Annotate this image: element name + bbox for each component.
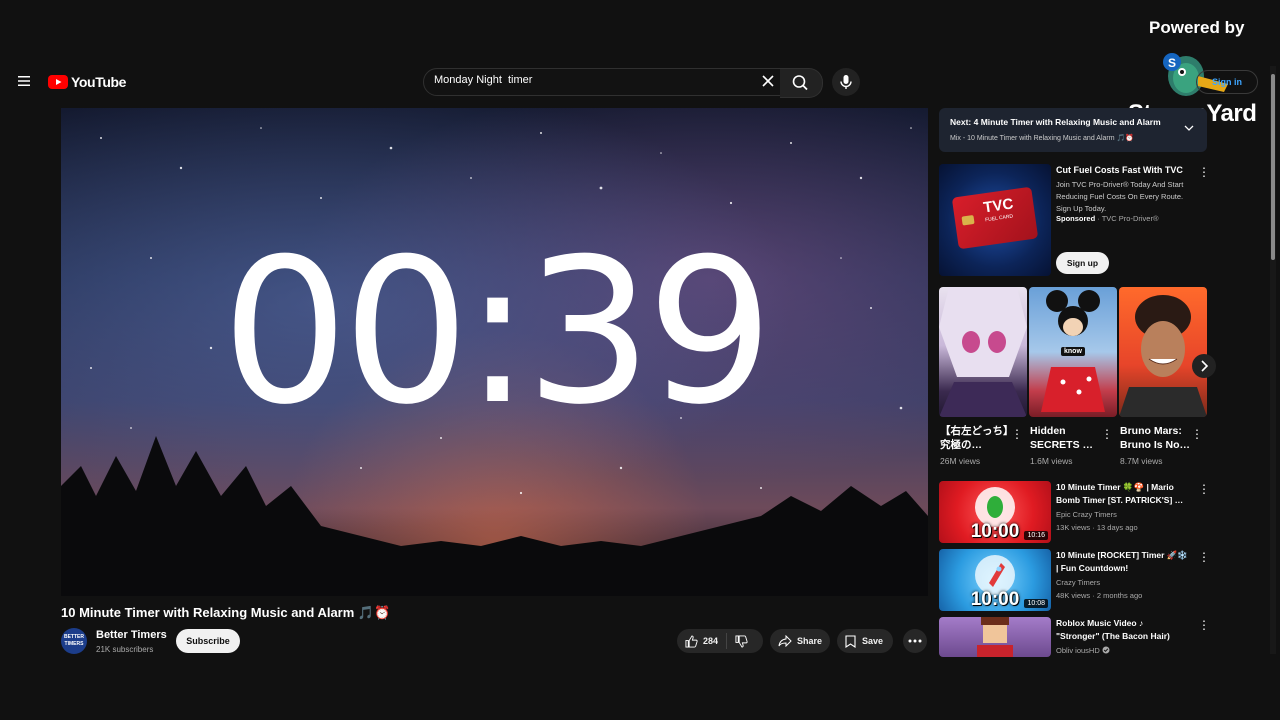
share-arrow-icon <box>778 635 792 647</box>
short-thumbnail[interactable] <box>1119 287 1207 417</box>
tree-silhouette <box>61 436 928 596</box>
short-menu-icon[interactable]: ⋮ <box>1191 427 1203 441</box>
short-title[interactable]: Hidden SECRETS … <box>1030 424 1102 452</box>
search-button[interactable] <box>780 68 823 98</box>
share-button[interactable]: Share <box>770 629 830 653</box>
short-views: 8.7M views <box>1120 456 1163 466</box>
short-menu-icon[interactable]: ⋮ <box>1011 427 1023 441</box>
dislike-button[interactable] <box>727 634 756 648</box>
ad-signup-button[interactable]: Sign up <box>1056 252 1109 274</box>
video-thumbnail[interactable]: 10:00 10:16 <box>939 481 1051 543</box>
youtube-wordmark: YouTube <box>71 74 127 90</box>
bookmark-icon <box>845 634 856 648</box>
video-duration: 10:08 <box>1024 599 1048 608</box>
chevron-right-icon <box>1201 360 1209 372</box>
short-views: 26M views <box>940 456 981 466</box>
bruno-mars-thumbnail <box>1119 295 1207 417</box>
playlist-next-up-panel[interactable]: Next: 4 Minute Timer with Relaxing Music… <box>939 108 1207 152</box>
search-bar[interactable] <box>423 68 781 96</box>
short-thumbnail[interactable] <box>939 287 1027 417</box>
video-menu-icon[interactable]: ⋮ <box>1198 618 1210 632</box>
video-title-link[interactable]: Roblox Music Video ♪ "Stronger" (The Bac… <box>1056 617 1188 643</box>
powered-by-label: Powered by <box>1149 18 1245 37</box>
short-views: 1.6M views <box>1030 456 1073 466</box>
like-button[interactable]: 284 <box>677 633 728 649</box>
video-player[interactable]: 00:39 <box>61 108 928 596</box>
shorts-next-button[interactable] <box>1192 354 1216 378</box>
ad-sponsor-line: Sponsored · TVC Pro-Driver® <box>1056 214 1159 223</box>
short-menu-icon[interactable]: ⋮ <box>1101 427 1113 441</box>
mix-info: Mix - 10 Minute Timer with Relaxing Musi… <box>950 135 1134 142</box>
voice-search-button[interactable] <box>832 68 860 96</box>
channel-name[interactable]: Better Timers <box>96 629 167 641</box>
chevron-down-icon[interactable] <box>1184 125 1194 132</box>
ad-card-chip <box>961 214 975 226</box>
search-icon <box>792 75 808 91</box>
ad-description: Join TVC Pro-Driver® Today And Start Red… <box>1056 180 1184 213</box>
share-label: Share <box>797 636 823 646</box>
roblox-character-thumbnail <box>977 617 1013 657</box>
sponsored-label: Sponsored <box>1056 214 1096 223</box>
short-title[interactable]: Bruno Mars: Bruno Is No… <box>1120 424 1192 452</box>
next-up-title: Next: 4 Minute Timer with Relaxing Music… <box>950 117 1161 127</box>
microphone-icon <box>840 75 852 89</box>
like-dislike-group: 284 <box>677 629 763 653</box>
svg-text:S: S <box>1168 56 1176 70</box>
sponsor-name: · TVC Pro-Driver® <box>1097 214 1159 223</box>
ad-title[interactable]: Cut Fuel Costs Fast With TVC <box>1056 165 1183 175</box>
save-button[interactable]: Save <box>837 629 893 653</box>
video-channel[interactable]: Epic Crazy Timers <box>1056 510 1117 519</box>
video-duration: 10:16 <box>1024 531 1048 540</box>
sign-in-button[interactable]: Sign in <box>1196 70 1258 94</box>
hamburger-menu-icon[interactable] <box>16 73 32 89</box>
more-horizontal-icon <box>908 639 922 643</box>
video-meta: 48K views · 2 months ago <box>1056 591 1143 600</box>
clear-search-icon[interactable] <box>760 73 776 89</box>
video-title: 10 Minute Timer with Relaxing Music and … <box>61 605 391 620</box>
page-scrollbar-thumb[interactable] <box>1271 74 1275 260</box>
more-actions-button[interactable] <box>903 629 927 653</box>
search-input[interactable] <box>434 74 734 86</box>
short-caption-badge: know <box>1061 347 1085 356</box>
video-channel[interactable]: Obliv iousHD <box>1056 646 1110 655</box>
youtube-logo[interactable]: YouTube <box>48 74 126 90</box>
anime-character-thumbnail <box>939 287 1027 417</box>
video-thumbnail[interactable] <box>939 617 1051 657</box>
video-title-link[interactable]: 10 Minute [ROCKET] Timer 🚀❄️ | Fun Count… <box>1056 549 1188 575</box>
video-menu-icon[interactable]: ⋮ <box>1198 482 1210 496</box>
ad-thumbnail[interactable]: TVC FUEL CARD <box>939 164 1051 276</box>
video-meta: 13K views · 13 days ago <box>1056 523 1138 532</box>
video-channel-name: Obliv iousHD <box>1056 646 1100 655</box>
save-label: Save <box>862 636 884 646</box>
short-thumbnail[interactable]: know <box>1029 287 1117 417</box>
video-channel[interactable]: Crazy Timers <box>1056 578 1100 587</box>
like-count: 284 <box>703 636 719 646</box>
video-title-link[interactable]: 10 Minute Timer 🍀🍄 | Mario Bomb Timer [S… <box>1056 481 1188 507</box>
verified-check-icon <box>1102 646 1110 654</box>
thumbs-down-icon <box>735 634 748 648</box>
youtube-play-icon <box>48 75 68 89</box>
subscribe-button[interactable]: Subscribe <box>176 629 240 653</box>
thumbs-up-icon <box>685 634 698 648</box>
channel-avatar[interactable]: BETTER TIMERS <box>61 628 87 654</box>
channel-avatar-text: BETTER TIMERS <box>64 634 84 647</box>
subscriber-count: 21K subscribers <box>96 645 154 654</box>
short-title[interactable]: 【右左どっち】究極の… <box>940 424 1012 452</box>
video-thumbnail[interactable]: 10:00 10:08 <box>939 549 1051 611</box>
ad-fuel-card: TVC FUEL CARD <box>951 186 1039 250</box>
ad-menu-icon[interactable]: ⋮ <box>1198 165 1210 179</box>
video-menu-icon[interactable]: ⋮ <box>1198 550 1210 564</box>
